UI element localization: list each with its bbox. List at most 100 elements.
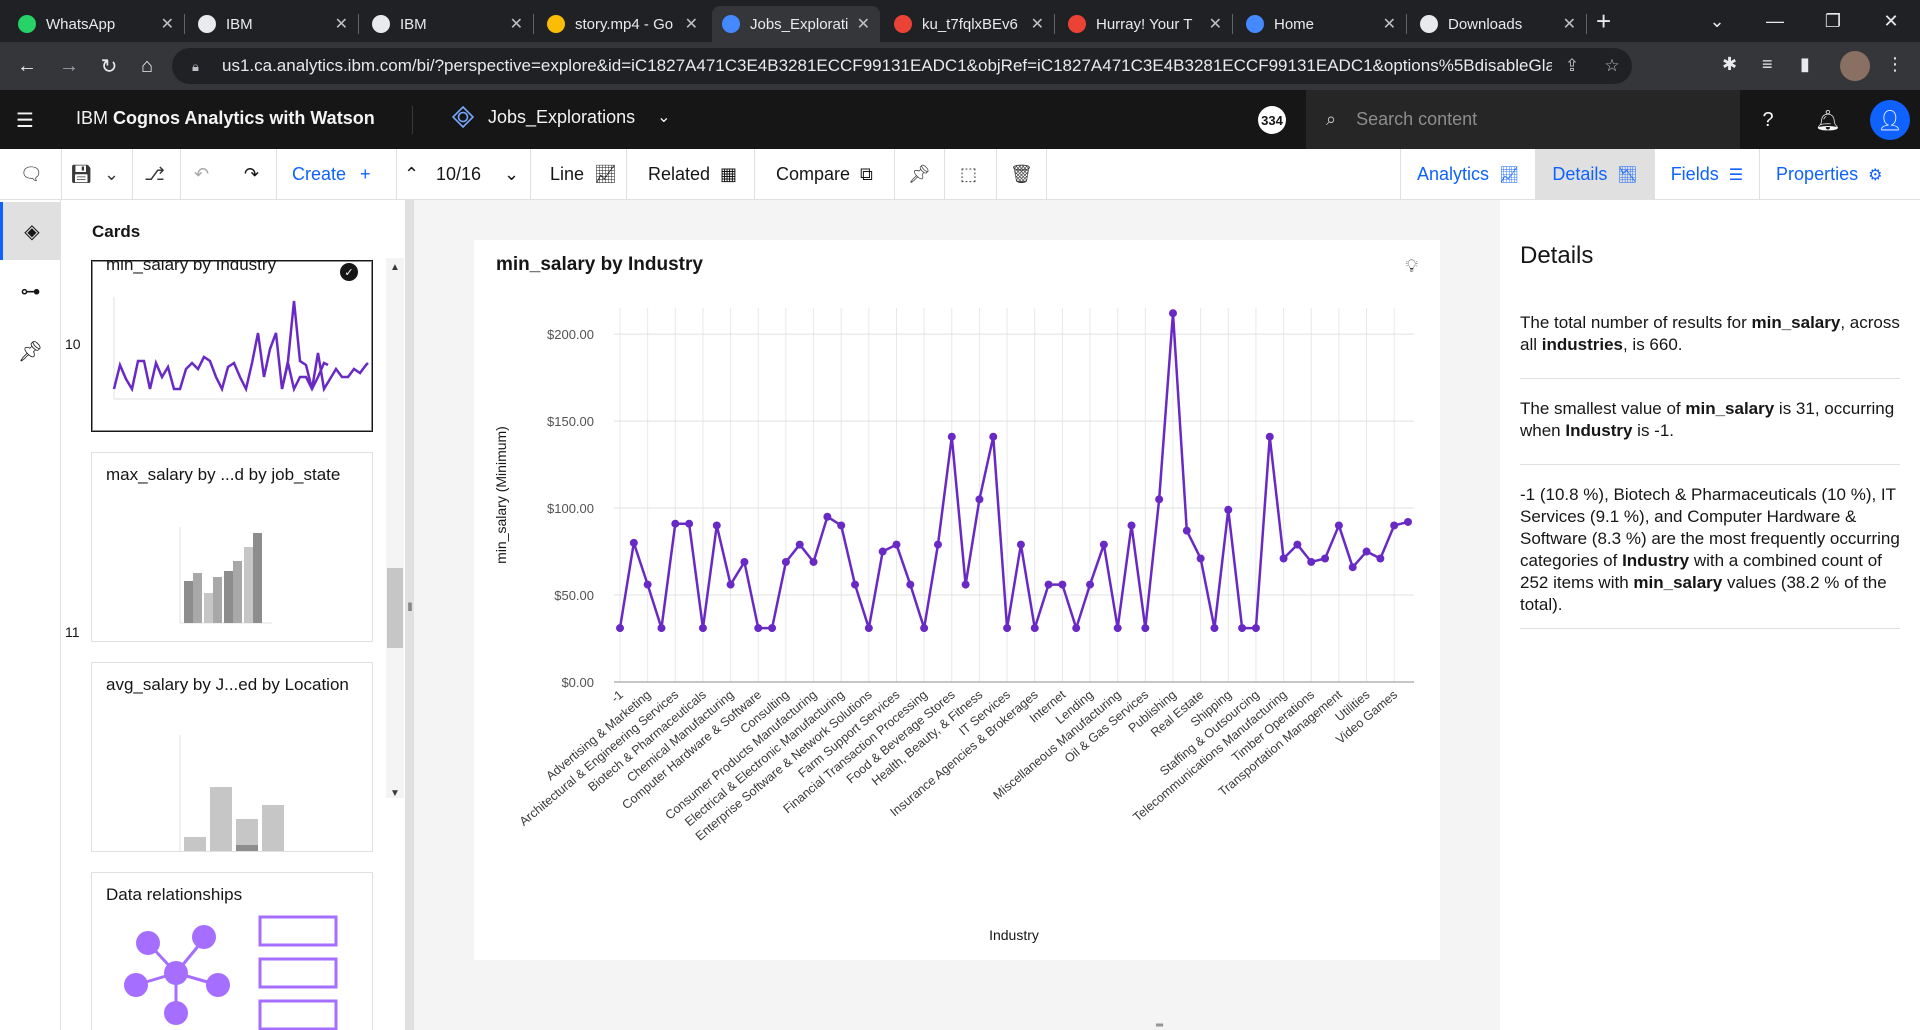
window-controls: ⌄ — ❐ ✕ [1688, 0, 1920, 42]
browser-tab[interactable]: Hurray! Your T ✕ [1058, 6, 1233, 42]
cards-icon[interactable]: ◈ [0, 202, 61, 260]
data-point [1072, 624, 1081, 633]
close-tab-icon[interactable]: ✕ [335, 14, 348, 34]
card-number: 10 [65, 336, 81, 352]
data-tree-icon[interactable]: ⊶ [0, 262, 61, 320]
previous-card-icon[interactable]: ⌃ [404, 149, 419, 200]
browser-tab[interactable]: story.mp4 - Go ✕ [537, 6, 708, 42]
profile-avatar[interactable] [1840, 51, 1870, 81]
tab-search-icon[interactable]: ⌄ [1688, 0, 1746, 42]
notifications-icon[interactable]: 🔔︎ [1814, 106, 1842, 134]
search-content-input[interactable]: ⌕ Search content [1306, 90, 1740, 149]
workspace-switcher[interactable]: Jobs_Explorations ⌄ [452, 106, 671, 128]
notification-count-badge[interactable]: 334 [1258, 106, 1286, 134]
forward-icon[interactable]: → [56, 53, 82, 79]
data-point [754, 624, 763, 633]
home-icon[interactable]: ⌂ [134, 53, 160, 79]
data-point [795, 540, 804, 549]
close-tab-icon[interactable]: ✕ [857, 14, 870, 34]
new-tab-button[interactable]: + [1596, 8, 1611, 34]
save-menu-chevron-icon[interactable]: ⌄ [104, 149, 119, 200]
next-card-icon[interactable]: ⌄ [504, 149, 519, 200]
pin-icon[interactable]: 📌︎ [908, 149, 931, 200]
delete-icon[interactable]: 🗑︎ [1010, 149, 1033, 200]
data-point [616, 624, 624, 633]
side-panel-icon[interactable]: ▮ [1800, 54, 1810, 75]
browser-tab[interactable]: IBM ✕ [188, 6, 359, 42]
share-icon[interactable]: ⎇ [144, 149, 165, 200]
close-tab-icon[interactable]: ✕ [1209, 14, 1222, 34]
browser-tab[interactable]: IBM ✕ [362, 6, 534, 42]
compare-button[interactable]: Compare ⧉ [776, 149, 873, 200]
tab-properties[interactable]: Properties ⚙︎ [1759, 149, 1898, 200]
bookmark-star-icon[interactable]: ☆ [1592, 56, 1632, 76]
tab-analytics[interactable]: Analytics 📈︎ [1400, 149, 1535, 200]
card-min-salary-by-industry[interactable]: min_salary by Industry ✓ [91, 260, 373, 432]
card-data-relationships[interactable]: Data relationships [91, 872, 373, 1030]
resize-handle-icon[interactable]: ‖ [406, 600, 414, 626]
data-point [657, 624, 666, 633]
data-relationships-graphic [124, 915, 338, 1030]
card-avg-salary[interactable]: avg_salary by J...ed by Location [91, 662, 373, 852]
scroll-down-icon[interactable]: ▼ [386, 788, 404, 799]
close-window-icon[interactable]: ✕ [1862, 0, 1920, 42]
browser-tab[interactable]: WhatsApp ✕ [8, 6, 185, 42]
detail-divider [1520, 378, 1900, 379]
minimize-icon[interactable]: — [1746, 0, 1804, 42]
close-tab-icon[interactable]: ✕ [1563, 14, 1576, 34]
close-tab-icon[interactable]: ✕ [685, 14, 698, 34]
chart-card: min_salary by Industry 💡︎ $0.00 $50.00 $10… [474, 240, 1440, 960]
address-bar: ← → ↻ ⌂ 🔒︎ us1.ca.analytics.ibm.com/bi/?… [0, 42, 1920, 90]
reload-icon[interactable]: ↻ [96, 53, 122, 79]
tab-title: Hurray! Your T [1096, 15, 1193, 33]
focus-frame-icon[interactable]: ⬚ [960, 149, 977, 200]
media-icon[interactable]: ≡ [1762, 54, 1773, 75]
browser-tab[interactable]: Jobs_Explorati ✕ [712, 6, 880, 42]
tab-fields[interactable]: Fields ☰ [1653, 149, 1759, 200]
undo-icon[interactable]: ↶ [194, 149, 209, 200]
browser-tab[interactable]: Downloads ✕ [1410, 6, 1587, 42]
cards-scrollbar[interactable] [386, 258, 404, 798]
create-button[interactable]: Create + [292, 149, 371, 200]
close-tab-icon[interactable]: ✕ [1031, 14, 1044, 34]
data-point [1016, 540, 1025, 549]
cognos-icon [1246, 15, 1264, 33]
redo-icon[interactable]: ↷ [244, 149, 259, 200]
visualization-type-button[interactable]: Line 📈︎ [550, 149, 617, 200]
details-title: Details [1520, 242, 1594, 269]
related-button[interactable]: Related ▦ [648, 149, 737, 200]
lock-icon: 🔒︎ [192, 59, 199, 74]
browser-menu-icon[interactable]: ⋮ [1886, 54, 1904, 75]
pinned-icon[interactable]: 📌︎ [0, 322, 61, 380]
extensions-icon[interactable]: ✱ [1722, 54, 1737, 75]
back-icon[interactable]: ← [14, 53, 40, 79]
plus-icon: + [360, 164, 371, 184]
details-chart-icon: 📉︎ [1617, 166, 1638, 184]
save-icon[interactable]: 💾︎ [70, 149, 93, 200]
scroll-up-icon[interactable]: ▲ [386, 262, 404, 273]
tab-details[interactable]: Details 📉︎ [1535, 149, 1654, 200]
close-tab-icon[interactable]: ✕ [510, 14, 523, 34]
share-icon[interactable]: ⇪ [1552, 56, 1592, 76]
data-point [1404, 517, 1412, 526]
properties-sliders-icon: ⚙︎ [1868, 166, 1883, 184]
restore-icon[interactable]: ❐ [1804, 0, 1862, 42]
scrollbar-thumb[interactable] [387, 568, 403, 648]
close-tab-icon[interactable]: ✕ [161, 14, 174, 34]
comments-icon[interactable]: 🗨︎ [20, 149, 43, 200]
url-input[interactable]: 🔒︎ us1.ca.analytics.ibm.com/bi/?perspect… [172, 48, 1632, 84]
data-point [1362, 547, 1371, 556]
cards-title: Cards [92, 222, 141, 241]
user-account-icon[interactable]: 👤︎ [1870, 100, 1910, 140]
hamburger-menu-icon[interactable]: ☰ [16, 108, 38, 132]
browser-tab[interactable]: ku_t7fqlxBEv6 ✕ [884, 6, 1055, 42]
close-tab-icon[interactable]: ✕ [1383, 14, 1396, 34]
bottom-resize-handle-icon[interactable]: ═ [1156, 1020, 1176, 1030]
card-page-indicator: 10/16 [436, 164, 482, 184]
data-point [933, 540, 942, 549]
data-point [892, 540, 901, 549]
help-icon[interactable]: ? [1754, 106, 1782, 134]
card-max-salary[interactable]: max_salary by ...d by job_state [91, 452, 373, 642]
data-point [629, 538, 638, 547]
browser-tab[interactable]: Home ✕ [1236, 6, 1407, 42]
